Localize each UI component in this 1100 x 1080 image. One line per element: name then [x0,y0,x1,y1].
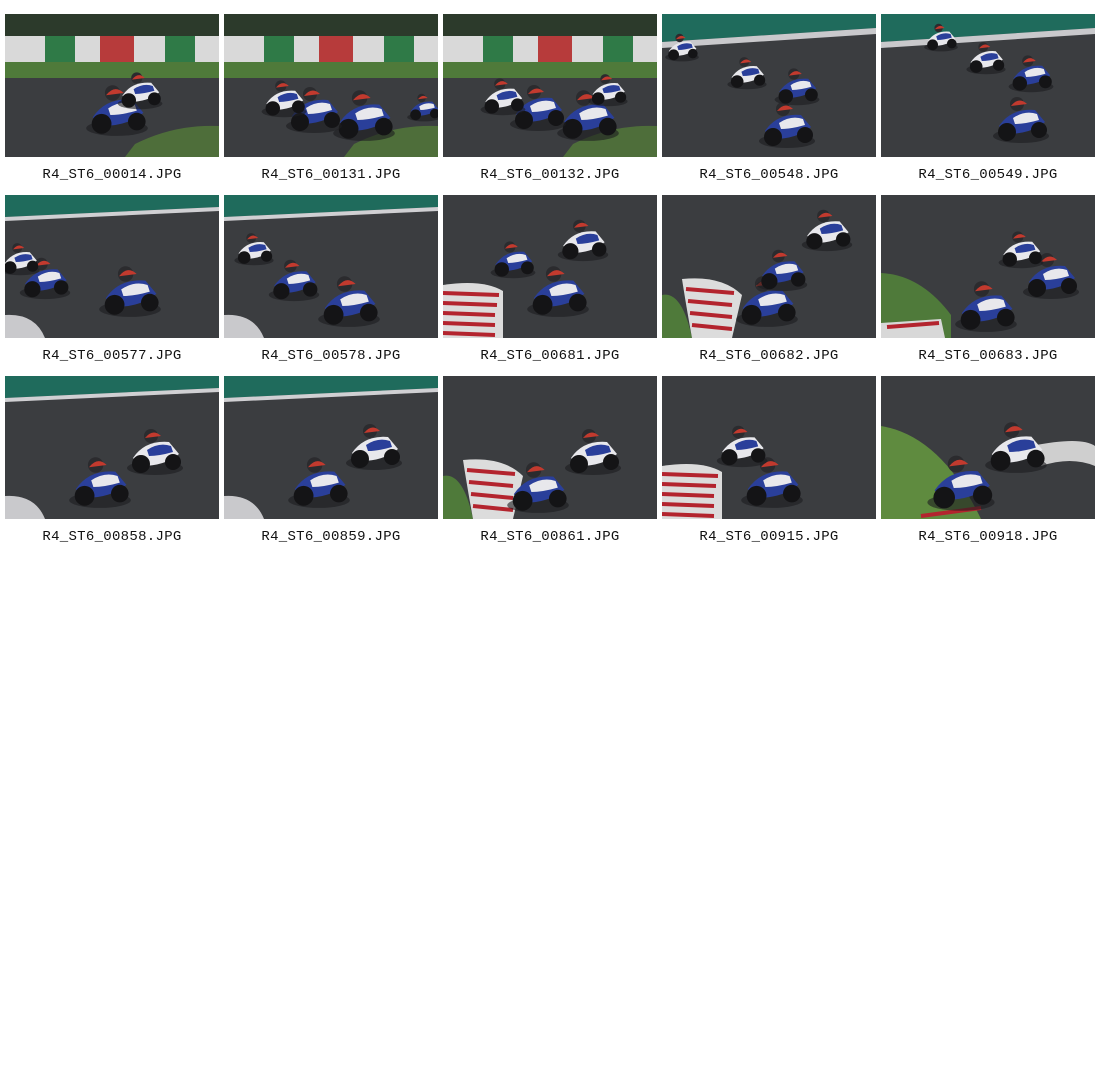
thumbnail-item[interactable]: R4_ST6_00548.JPG [662,14,876,195]
thumbnail-image[interactable] [224,376,438,519]
thumbnail-item[interactable]: R4_ST6_00682.JPG [662,195,876,376]
thumbnail-item[interactable]: R4_ST6_00918.JPG [881,376,1095,557]
thumbnail-filename[interactable]: R4_ST6_00548.JPG [662,167,876,183]
thumbnail-image[interactable] [662,195,876,338]
thumbnail-gallery: R4_ST6_00014.JPG R4_ST6_00131.JPG R4_ST6… [5,14,1095,557]
thumbnail-image[interactable] [5,376,219,519]
thumbnail-image[interactable] [881,195,1095,338]
thumbnail-item[interactable]: R4_ST6_00578.JPG [224,195,438,376]
thumbnail-image[interactable] [881,14,1095,157]
thumbnail-item[interactable]: R4_ST6_00859.JPG [224,376,438,557]
thumbnail-filename[interactable]: R4_ST6_00577.JPG [5,348,219,364]
thumbnail-item[interactable]: R4_ST6_00577.JPG [5,195,219,376]
thumbnail-image[interactable] [881,376,1095,519]
thumbnail-item[interactable]: R4_ST6_00681.JPG [443,195,657,376]
thumbnail-image[interactable] [224,195,438,338]
thumbnail-filename[interactable]: R4_ST6_00578.JPG [224,348,438,364]
thumbnail-filename[interactable]: R4_ST6_00131.JPG [224,167,438,183]
thumbnail-item[interactable]: R4_ST6_00549.JPG [881,14,1095,195]
thumbnail-filename[interactable]: R4_ST6_00681.JPG [443,348,657,364]
thumbnail-filename[interactable]: R4_ST6_00915.JPG [662,529,876,545]
thumbnail-image[interactable] [5,195,219,338]
thumbnail-item[interactable]: R4_ST6_00132.JPG [443,14,657,195]
thumbnail-filename[interactable]: R4_ST6_00861.JPG [443,529,657,545]
thumbnail-item[interactable]: R4_ST6_00683.JPG [881,195,1095,376]
thumbnail-image[interactable] [662,14,876,157]
thumbnail-filename[interactable]: R4_ST6_00014.JPG [5,167,219,183]
thumbnail-filename[interactable]: R4_ST6_00683.JPG [881,348,1095,364]
thumbnail-item[interactable]: R4_ST6_00131.JPG [224,14,438,195]
thumbnail-item[interactable]: R4_ST6_00858.JPG [5,376,219,557]
thumbnail-filename[interactable]: R4_ST6_00132.JPG [443,167,657,183]
thumbnail-item[interactable]: R4_ST6_00014.JPG [5,14,219,195]
thumbnail-filename[interactable]: R4_ST6_00549.JPG [881,167,1095,183]
thumbnail-image[interactable] [443,376,657,519]
thumbnail-filename[interactable]: R4_ST6_00682.JPG [662,348,876,364]
thumbnail-image[interactable] [443,195,657,338]
thumbnail-filename[interactable]: R4_ST6_00918.JPG [881,529,1095,545]
thumbnail-filename[interactable]: R4_ST6_00858.JPG [5,529,219,545]
thumbnail-image[interactable] [662,376,876,519]
thumbnail-item[interactable]: R4_ST6_00915.JPG [662,376,876,557]
thumbnail-image[interactable] [5,14,219,157]
thumbnail-image[interactable] [224,14,438,157]
thumbnail-filename[interactable]: R4_ST6_00859.JPG [224,529,438,545]
thumbnail-image[interactable] [443,14,657,157]
thumbnail-item[interactable]: R4_ST6_00861.JPG [443,376,657,557]
